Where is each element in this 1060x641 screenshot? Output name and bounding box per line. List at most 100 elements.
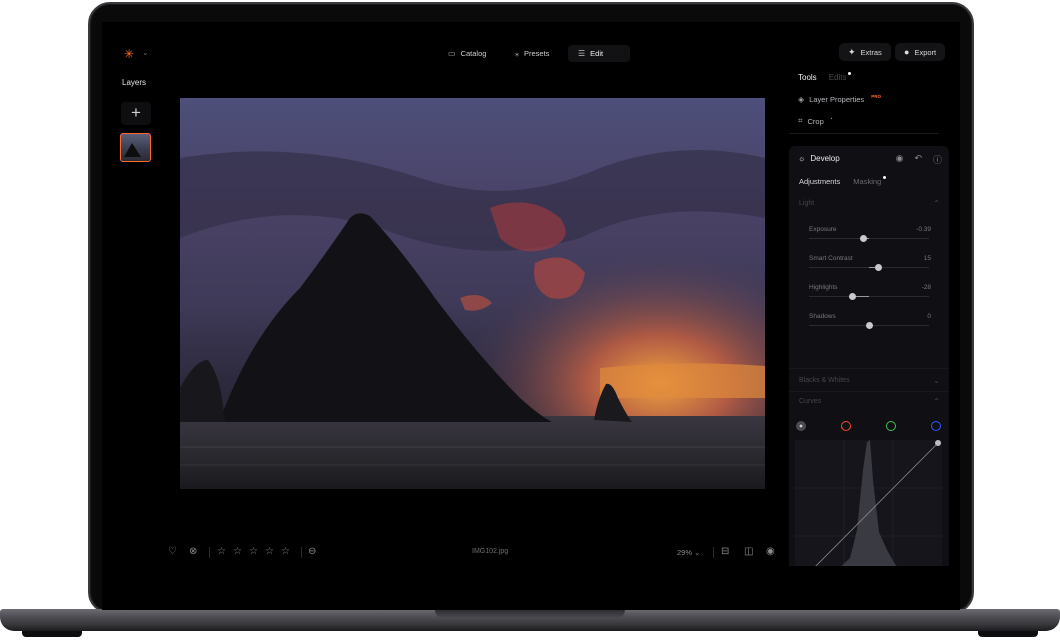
- shadows-label: Shadows: [809, 313, 836, 320]
- notification-dot: [848, 72, 852, 75]
- toolbar-divider: [713, 547, 714, 558]
- add-layer-button[interactable]: +: [121, 102, 151, 125]
- sparkle-icon: ✦: [848, 46, 856, 57]
- sliders-icon: ☰: [578, 49, 586, 58]
- info-icon[interactable]: ⓘ: [933, 153, 942, 166]
- develop-actions: ◉ ↶ ⓘ: [896, 153, 942, 166]
- thumbnail-rock-shape: [124, 143, 141, 157]
- extras-button[interactable]: ✦ Extras: [839, 43, 891, 61]
- shadows-slider-knob[interactable]: [865, 322, 873, 329]
- chevron-up-icon[interactable]: ⌃: [933, 199, 940, 208]
- photo-image: [180, 98, 765, 489]
- crop-label: Crop: [807, 116, 824, 126]
- star-rating-4-icon[interactable]: ☆: [265, 546, 274, 557]
- zoom-value: 29%: [677, 548, 693, 557]
- smart-contrast-slider-knob[interactable]: [874, 264, 882, 271]
- crop-new-marker: •: [830, 115, 833, 121]
- panel-divider: [789, 133, 939, 134]
- visibility-eye-icon[interactable]: ◉: [896, 153, 904, 166]
- folder-icon: ▭: [448, 49, 456, 58]
- export-label: Export: [914, 47, 937, 57]
- star-rating-1-icon[interactable]: ☆: [217, 546, 226, 557]
- curves-histogram: [795, 440, 942, 566]
- photo-canvas[interactable]: [180, 98, 765, 489]
- exposure-slider-knob[interactable]: [859, 235, 867, 242]
- curve-channel-blue[interactable]: [931, 421, 941, 431]
- develop-panel: ☼ Develop ◉ ↶ ⓘ Adjustments Masking Ligh…: [789, 146, 949, 566]
- chevron-up-icon[interactable]: ⌃: [933, 397, 940, 406]
- develop-header[interactable]: ☼ Develop: [798, 154, 840, 163]
- develop-subtabs: Adjustments Masking: [799, 176, 887, 186]
- laptop-foot-right: [978, 631, 1038, 637]
- curves-graph[interactable]: [795, 440, 942, 566]
- subtab-masking-label: Masking: [853, 177, 882, 186]
- app-screen: ✳ ⌄ ▭ Catalog ⁎ Presets ☰ Edit ✦ Extras …: [102, 22, 960, 610]
- pro-badge: PRO: [871, 94, 881, 99]
- highlights-value[interactable]: -28: [922, 284, 931, 291]
- preview-eye-icon[interactable]: ◉: [766, 546, 775, 557]
- section-divider: [789, 368, 949, 369]
- star-rating-3-icon[interactable]: ☆: [249, 546, 258, 557]
- sparkle-wand-icon: ⁎: [515, 49, 519, 58]
- subtab-masking[interactable]: Masking: [853, 176, 887, 186]
- layers-title: Layers: [122, 78, 147, 87]
- blacks-whites-section-title[interactable]: Blacks & Whites: [799, 377, 850, 384]
- tab-presets-label: Presets: [524, 49, 550, 58]
- favorite-heart-icon[interactable]: ♡: [168, 546, 177, 557]
- star-rating-2-icon[interactable]: ☆: [233, 546, 242, 557]
- crop-item[interactable]: ⌗ Crop •: [798, 116, 832, 126]
- curves-section-title[interactable]: Curves: [799, 398, 821, 405]
- bottom-toolbar: ♡ ⊗ ☆ ☆ ☆ ☆ ☆ ⊖ IMG102.jpg 29% ⌄ ⊟ ◫ ◉: [168, 545, 780, 561]
- crop-icon: ⌗: [798, 116, 803, 125]
- luminar-star-icon[interactable]: ✳: [124, 47, 134, 61]
- layers-stack-icon: ◈: [798, 95, 805, 104]
- curve-channel-green[interactable]: [886, 421, 896, 431]
- compare-split-icon[interactable]: ◫: [744, 546, 753, 557]
- tab-presets[interactable]: ⁎ Presets: [505, 45, 559, 62]
- tools-panel: Tools Edits ◈ Layer Properties PRO ⌗ Cro…: [789, 65, 949, 137]
- layer-properties-label: Layer Properties: [809, 95, 865, 104]
- light-section-title[interactable]: Light: [799, 200, 814, 207]
- smart-contrast-slider[interactable]: [809, 264, 929, 271]
- toolbar-divider: [301, 547, 302, 558]
- undo-icon[interactable]: ↶: [914, 153, 922, 166]
- export-icon: ●: [904, 47, 910, 57]
- export-button[interactable]: ● Export: [895, 43, 946, 61]
- laptop-foot-left: [22, 631, 82, 637]
- highlights-label: Highlights: [809, 284, 838, 291]
- zoom-level[interactable]: 29% ⌄: [677, 548, 700, 557]
- reject-icon[interactable]: ⊗: [189, 546, 197, 557]
- tab-catalog[interactable]: ▭ Catalog: [438, 45, 496, 62]
- tab-edits-label: Edits: [828, 73, 847, 82]
- exposure-slider[interactable]: [809, 235, 929, 242]
- chevron-down-icon[interactable]: ⌄: [933, 376, 940, 385]
- exposure-value[interactable]: -0.39: [916, 226, 931, 233]
- section-divider: [789, 391, 949, 392]
- subtab-adjustments[interactable]: Adjustments: [799, 177, 840, 186]
- chevron-down-icon[interactable]: ⌄: [142, 48, 149, 57]
- toolbar-divider: [209, 547, 210, 558]
- shadows-slider[interactable]: [809, 322, 929, 329]
- tab-edits[interactable]: Edits: [828, 72, 852, 82]
- sun-icon: ☼: [798, 154, 806, 163]
- layer-thumbnail[interactable]: [120, 133, 151, 162]
- star-rating-5-icon[interactable]: ☆: [281, 546, 290, 557]
- notification-dot: [883, 176, 887, 179]
- laptop-hinge-notch: [435, 609, 625, 618]
- tab-edit[interactable]: ☰ Edit: [568, 45, 630, 62]
- tab-tools[interactable]: Tools: [798, 73, 817, 82]
- tab-edit-label: Edit: [590, 49, 604, 58]
- color-label-icon[interactable]: ⊖: [308, 546, 316, 557]
- shadows-value[interactable]: 0: [927, 313, 931, 320]
- filmstrip-icon[interactable]: ⊟: [721, 546, 729, 557]
- smart-contrast-label: Smart Contrast: [809, 255, 853, 262]
- highlights-slider-knob[interactable]: [848, 293, 856, 300]
- curve-channel-red[interactable]: [841, 421, 851, 431]
- curve-channel-rgb[interactable]: [796, 421, 806, 431]
- smart-contrast-value[interactable]: 15: [924, 255, 931, 262]
- filename-label: IMG102.jpg: [472, 548, 509, 555]
- highlights-slider[interactable]: [809, 293, 929, 300]
- layer-properties-item[interactable]: ◈ Layer Properties PRO: [798, 94, 881, 104]
- tab-catalog-label: Catalog: [460, 49, 487, 58]
- develop-title: Develop: [810, 154, 840, 163]
